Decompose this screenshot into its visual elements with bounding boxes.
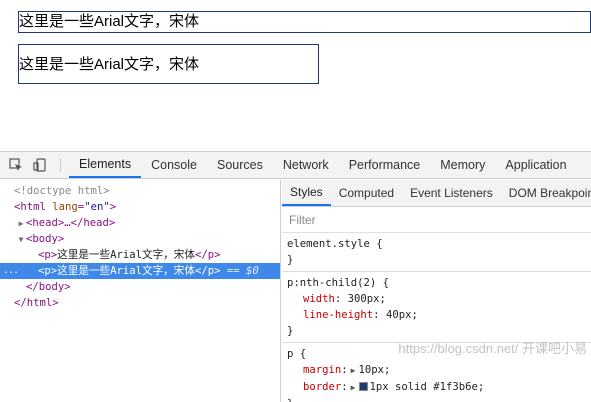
body-close-tag: </body>: [26, 281, 71, 293]
paragraph-1: 这里是一些Arial文字，宋体: [18, 11, 591, 33]
toolbar-divider: [60, 158, 61, 172]
color-swatch-icon[interactable]: [358, 382, 368, 391]
dom-node-body[interactable]: ▼ <body>: [0, 231, 280, 247]
property-name: margin: [303, 364, 342, 376]
expand-triangle-icon[interactable]: ▶: [351, 366, 356, 375]
tab-performance[interactable]: Performance: [339, 152, 431, 178]
tab-elements[interactable]: Elements: [69, 152, 142, 178]
p2-close-tag: </p>: [194, 265, 221, 277]
dom-node-doctype[interactable]: <!doctype html>: [0, 183, 280, 199]
dom-node-p1[interactable]: <p>这里是一些Arial文字，宋体</p>: [0, 247, 280, 263]
html-open-close: >: [109, 201, 117, 213]
tab-sources[interactable]: Sources: [207, 152, 273, 178]
dom-node-body-close[interactable]: </body>: [0, 279, 280, 295]
property-value: 1px solid #1f3b6e;: [369, 381, 485, 393]
subtab-dom-breakpoints[interactable]: DOM Breakpoints: [501, 180, 591, 206]
head-tag: <head>…</head>: [26, 217, 116, 229]
rule-element-style[interactable]: element.style { }: [282, 233, 591, 272]
collapse-arrow-icon[interactable]: ▼: [16, 232, 26, 248]
rule-selector: p:nth-child(2) {: [287, 277, 390, 289]
rule-close: }: [287, 325, 294, 337]
html-attr-name: lang: [52, 201, 78, 213]
subtab-event-listeners[interactable]: Event Listeners: [402, 180, 501, 206]
dom-tree: <!doctype html> <html lang="en"> ▶ <head>…: [0, 180, 281, 402]
paragraph-2: 这里是一些Arial文字，宋体: [18, 44, 319, 84]
dom-node-head[interactable]: ▶ <head>…</head>: [0, 215, 280, 231]
devtools-panel: Elements Console Sources Network Perform…: [0, 151, 591, 402]
selected-marker: == $0: [226, 265, 259, 277]
dom-node-html-close[interactable]: </html>: [0, 295, 280, 311]
html-open-tag: <html: [14, 201, 53, 213]
styles-filter-input[interactable]: Filter: [282, 207, 591, 233]
property-name: border: [303, 381, 342, 393]
doctype-text: <!doctype html>: [14, 185, 110, 197]
dom-node-html[interactable]: <html lang="en">: [0, 199, 280, 215]
device-toolbar-icon[interactable]: [28, 152, 52, 178]
html-close-tag: </html>: [14, 297, 59, 309]
property-value: 300px;: [347, 293, 386, 305]
expand-arrow-icon[interactable]: ▶: [16, 216, 26, 232]
tab-console[interactable]: Console: [141, 152, 207, 178]
inspect-element-icon[interactable]: [4, 152, 28, 178]
p1-text: 这里是一些Arial文字，宋体: [57, 249, 195, 261]
styles-pane: Styles Computed Event Listeners DOM Brea…: [282, 180, 591, 402]
tab-network[interactable]: Network: [273, 152, 339, 178]
devtools-toolbar: Elements Console Sources Network Perform…: [0, 152, 591, 179]
more-options-icon[interactable]: ...: [3, 263, 19, 279]
css-property[interactable]: margin: ▶ 10px;: [287, 362, 591, 379]
styles-subtabs: Styles Computed Event Listeners DOM Brea…: [282, 180, 591, 207]
property-name: line-height: [303, 309, 374, 321]
watermark-text: https://blog.csdn.net/ 开课吧小易: [398, 341, 587, 356]
body-open-tag: <body>: [26, 233, 65, 245]
html-attr-value: "en": [84, 201, 110, 213]
rule-p-nth-child[interactable]: p:nth-child(2) { width: 300px; line-heig…: [282, 272, 591, 343]
property-value: 10px;: [358, 364, 391, 376]
p2-open-tag: <p>: [38, 265, 58, 277]
property-name: width: [303, 293, 335, 305]
expand-triangle-icon[interactable]: ▶: [351, 383, 356, 392]
css-property[interactable]: line-height: 40px;: [287, 307, 591, 323]
tab-memory[interactable]: Memory: [430, 152, 495, 178]
css-property[interactable]: width: 300px;: [287, 291, 591, 307]
dom-node-p2-selected[interactable]: ... <p>这里是一些Arial文字，宋体</p> == $0: [0, 263, 280, 279]
tab-application[interactable]: Application: [495, 152, 576, 178]
rule-selector: element.style {: [287, 238, 383, 250]
p2-text: 这里是一些Arial文字，宋体: [57, 265, 195, 277]
css-property[interactable]: border: ▶ 1px solid #1f3b6e;: [287, 379, 591, 396]
subtab-computed[interactable]: Computed: [331, 180, 402, 206]
p1-open-tag: <p>: [38, 249, 58, 261]
subtab-styles[interactable]: Styles: [282, 180, 331, 206]
rule-close: }: [287, 396, 591, 402]
p1-close-tag: </p>: [194, 249, 221, 261]
property-value: 40px;: [385, 309, 418, 321]
rendered-page: 这里是一些Arial文字，宋体 这里是一些Arial文字，宋体: [0, 0, 591, 150]
rule-close: }: [287, 254, 294, 266]
